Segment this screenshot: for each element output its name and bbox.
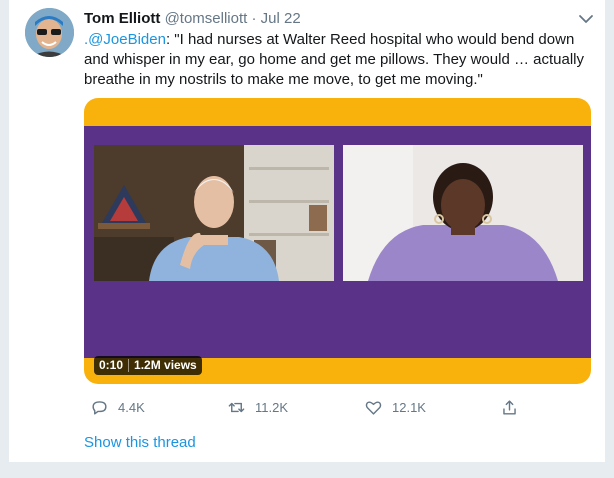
video-panel-left [94, 145, 334, 281]
tweet-actions: 4.4K 11.2K 12.1K [84, 396, 524, 418]
separator-dot: · [251, 10, 257, 27]
mention-link[interactable]: .@JoeBiden [84, 31, 166, 48]
video-views: 1.2M views [134, 358, 197, 372]
chevron-down-icon[interactable] [577, 10, 595, 28]
video-player[interactable]: 0:10 1.2M views [84, 98, 591, 384]
show-thread-link[interactable]: Show this thread [84, 434, 196, 451]
share-icon [503, 399, 516, 415]
retweet-count: 11.2K [255, 399, 289, 415]
video-panel-right [343, 145, 583, 281]
retweet-icon [228, 402, 245, 412]
tweet-date[interactable]: Jul 22 [261, 10, 301, 27]
reply-button[interactable]: 4.4K [90, 396, 145, 418]
reply-count: 4.4K [118, 399, 145, 415]
tweet-header: Tom Elliott @tomselliott · Jul 22 [84, 9, 585, 29]
share-button[interactable] [500, 396, 528, 418]
author-name[interactable]: Tom Elliott [84, 10, 160, 27]
author-handle[interactable]: @tomselliott [165, 10, 248, 27]
retweet-button[interactable]: 11.2K [227, 396, 288, 418]
like-button[interactable]: 12.1K [364, 396, 426, 418]
heart-icon [365, 400, 382, 415]
avatar[interactable] [25, 8, 74, 57]
tweet-text: .@JoeBiden: "I had nurses at Walter Reed… [84, 30, 589, 90]
video-stats-badge: 0:10 1.2M views [94, 356, 202, 375]
reply-icon [92, 400, 107, 415]
tweet-card[interactable]: Tom Elliott @tomselliott · Jul 22 .@JoeB… [8, 0, 606, 462]
like-count: 12.1K [392, 399, 426, 415]
video-timestamp: 0:10 [99, 358, 124, 372]
